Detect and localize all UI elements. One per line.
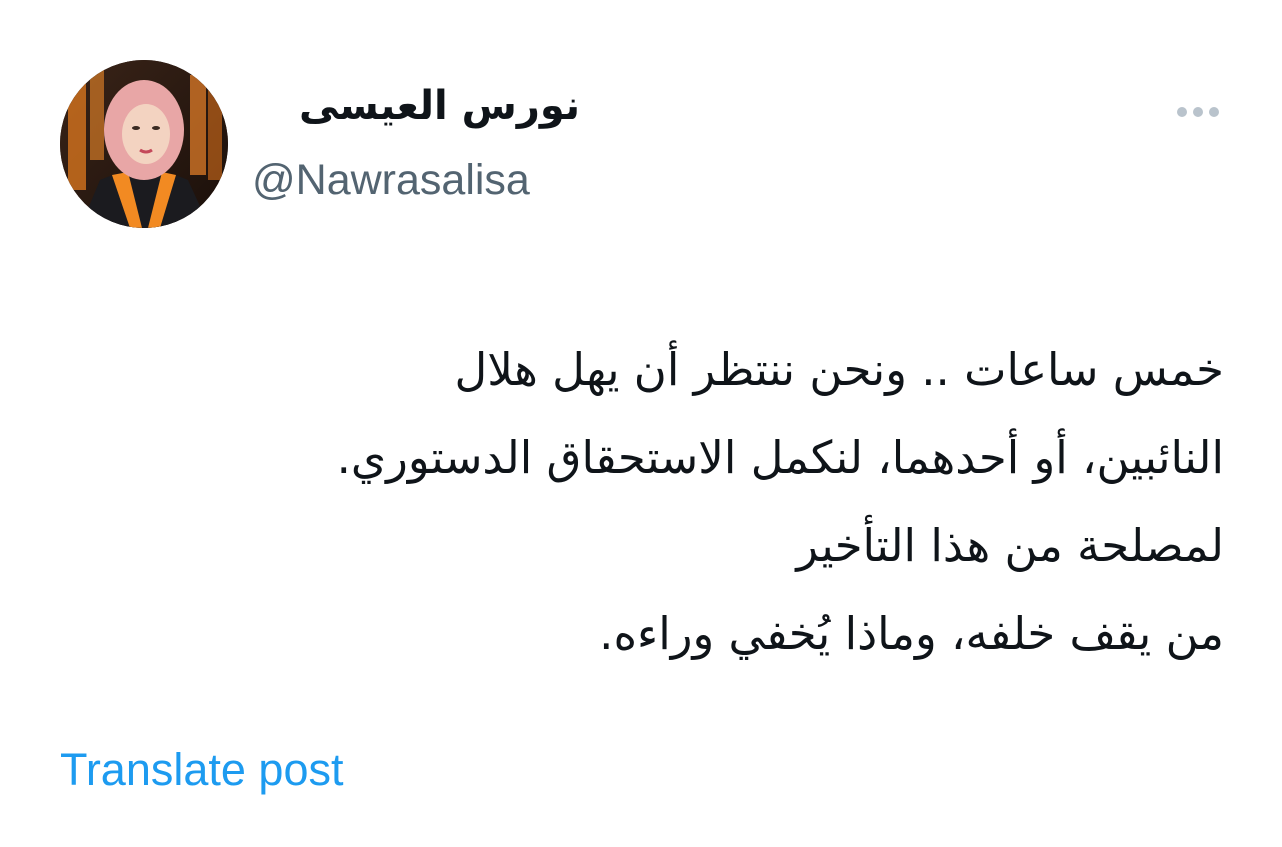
more-options-button[interactable]: [1168, 92, 1228, 132]
translate-post-link[interactable]: Translate post: [60, 742, 343, 798]
post-text-line: خمس ساعات .. ونحن ننتظر أن يهل هلال: [454, 343, 1224, 396]
more-horizontal-icon: [1177, 107, 1219, 117]
profile-photo: [60, 60, 228, 228]
author-handle[interactable]: @Nawrasalisa: [252, 152, 530, 208]
author-display-name[interactable]: نورس العيسى: [250, 78, 580, 134]
post-text-line: النائبين، أو أحدهما، لنكمل الاستحقاق الد…: [336, 431, 1224, 484]
avatar[interactable]: [60, 60, 228, 228]
post-text-line: لمصلحة من هذا التأخير: [796, 519, 1224, 572]
post-text: خمس ساعات .. ونحن ننتظر أن يهل هلال النا…: [44, 326, 1224, 678]
post-text-line: من يقف خلفه، وماذا يُخفي وراءه.: [599, 607, 1224, 660]
